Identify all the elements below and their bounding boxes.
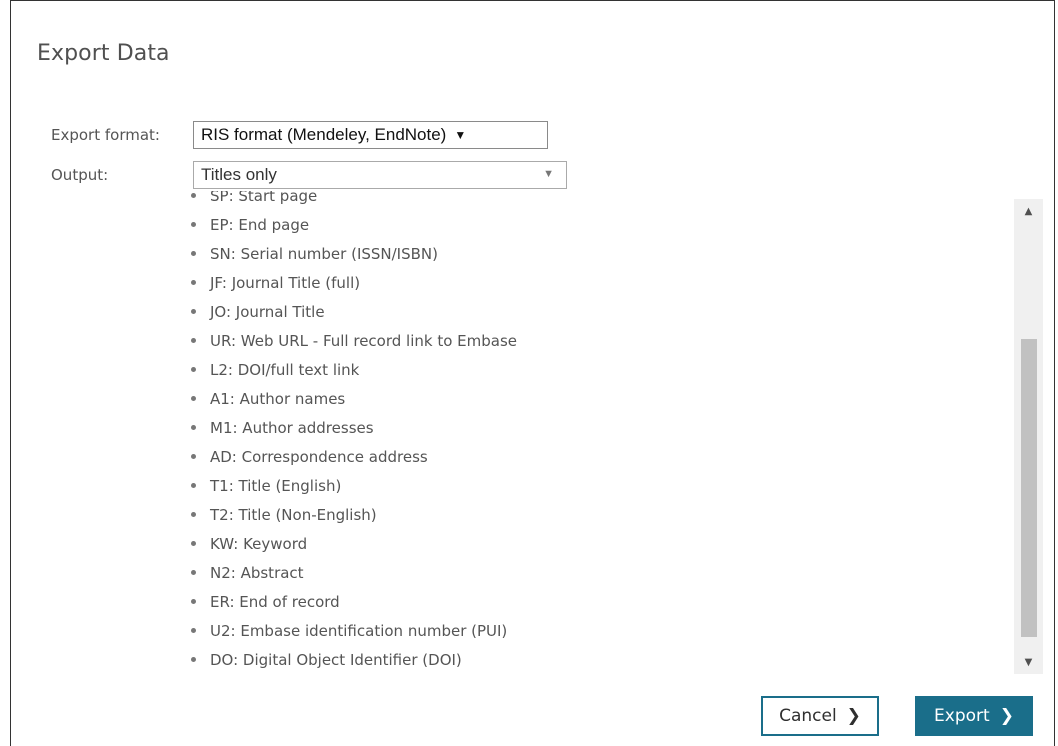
list-item-label: UR: Web URL - Full record link to Embase <box>210 331 518 350</box>
list-item-label: JF: Journal Title (full) <box>210 273 361 292</box>
list-item: T1: Title (English) <box>181 471 517 500</box>
bullet-icon <box>191 570 196 575</box>
bullet-icon <box>191 222 196 227</box>
bullet-icon <box>191 628 196 633</box>
list-item-label: SP: Start page <box>210 191 318 205</box>
output-select[interactable]: Titles only ▼ <box>193 161 567 189</box>
output-value: Titles only <box>201 165 277 184</box>
dropdown-arrow-icon: ▼ <box>454 128 467 142</box>
chevron-down-icon: ▼ <box>543 168 554 180</box>
list-item: ER: End of record <box>181 587 517 616</box>
list-item-label: ER: End of record <box>210 592 340 611</box>
chevron-right-icon: ❯ <box>846 706 861 726</box>
list-item: KW: Keyword <box>181 529 517 558</box>
bullet-icon <box>191 454 196 459</box>
list-item-label: A1: Author names <box>210 389 346 408</box>
bullet-icon <box>191 657 196 662</box>
list-item-label: AD: Correspondence address <box>210 447 428 466</box>
list-item: AD: Correspondence address <box>181 442 517 471</box>
list-item: EP: End page <box>181 210 517 239</box>
bullet-icon <box>191 367 196 372</box>
cancel-button-label: Cancel <box>779 706 837 726</box>
list-item: JO: Journal Title <box>181 297 517 326</box>
export-format-value: RIS format (Mendeley, EndNote) <box>201 125 447 144</box>
export-button-label: Export <box>934 706 990 726</box>
list-item: SP: Start page <box>181 191 517 210</box>
list-item-label: DO: Digital Object Identifier (DOI) <box>210 650 462 669</box>
list-item: L2: DOI/full text link <box>181 355 517 384</box>
output-label: Output: <box>51 166 109 184</box>
export-button[interactable]: Export ❯ <box>915 696 1033 736</box>
bullet-icon <box>191 541 196 546</box>
bullet-icon <box>191 251 196 256</box>
list-item: UR: Web URL - Full record link to Embase <box>181 326 517 355</box>
scroll-down-arrow-icon[interactable]: ▼ <box>1014 652 1043 672</box>
export-format-select[interactable]: RIS format (Mendeley, EndNote) ▼ <box>193 121 548 149</box>
list-item-label: JO: Journal Title <box>210 302 325 321</box>
list-item-label: M1: Author addresses <box>210 418 374 437</box>
list-item-label: U2: Embase identification number (PUI) <box>210 621 508 640</box>
bullet-icon <box>191 425 196 430</box>
export-dialog: Export Data Export format: RIS format (M… <box>10 0 1055 746</box>
list-item-label: T1: Title (English) <box>210 476 342 495</box>
list-item: DO: Digital Object Identifier (DOI) <box>181 645 517 674</box>
list-item: A1: Author names <box>181 384 517 413</box>
export-format-label: Export format: <box>51 126 160 144</box>
list-item: SN: Serial number (ISSN/ISBN) <box>181 239 517 268</box>
list-item: T2: Title (Non-English) <box>181 500 517 529</box>
output-row: Output: <box>51 161 194 189</box>
bullet-icon <box>191 309 196 314</box>
dialog-title: Export Data <box>37 41 170 66</box>
bullet-icon <box>191 512 196 517</box>
bullet-icon <box>191 483 196 488</box>
list-item-label: EP: End page <box>210 215 310 234</box>
bullet-icon <box>191 338 196 343</box>
scroll-up-arrow-icon[interactable]: ▲ <box>1014 201 1043 221</box>
bullet-icon <box>191 193 196 198</box>
list-item-label: SN: Serial number (ISSN/ISBN) <box>210 244 438 263</box>
list-item: N2: Abstract <box>181 558 517 587</box>
field-list: SP: Start page EP: End page SN: Serial n… <box>181 191 517 674</box>
scrollbar-thumb[interactable] <box>1021 339 1037 637</box>
list-item-label: T2: Title (Non-English) <box>210 505 377 524</box>
export-format-row: Export format: <box>51 121 194 149</box>
list-item: U2: Embase identification number (PUI) <box>181 616 517 645</box>
scrollbar[interactable]: ▲ ▼ <box>1014 199 1043 674</box>
list-item-label: KW: Keyword <box>210 534 308 553</box>
list-item-label: N2: Abstract <box>210 563 304 582</box>
list-item: M1: Author addresses <box>181 413 517 442</box>
cancel-button[interactable]: Cancel ❯ <box>761 696 879 736</box>
chevron-right-icon: ❯ <box>999 706 1014 726</box>
bullet-icon <box>191 396 196 401</box>
list-item-label: L2: DOI/full text link <box>210 360 360 379</box>
list-item: JF: Journal Title (full) <box>181 268 517 297</box>
bullet-icon <box>191 599 196 604</box>
bullet-icon <box>191 280 196 285</box>
field-list-container[interactable]: SP: Start page EP: End page SN: Serial n… <box>181 191 1029 678</box>
